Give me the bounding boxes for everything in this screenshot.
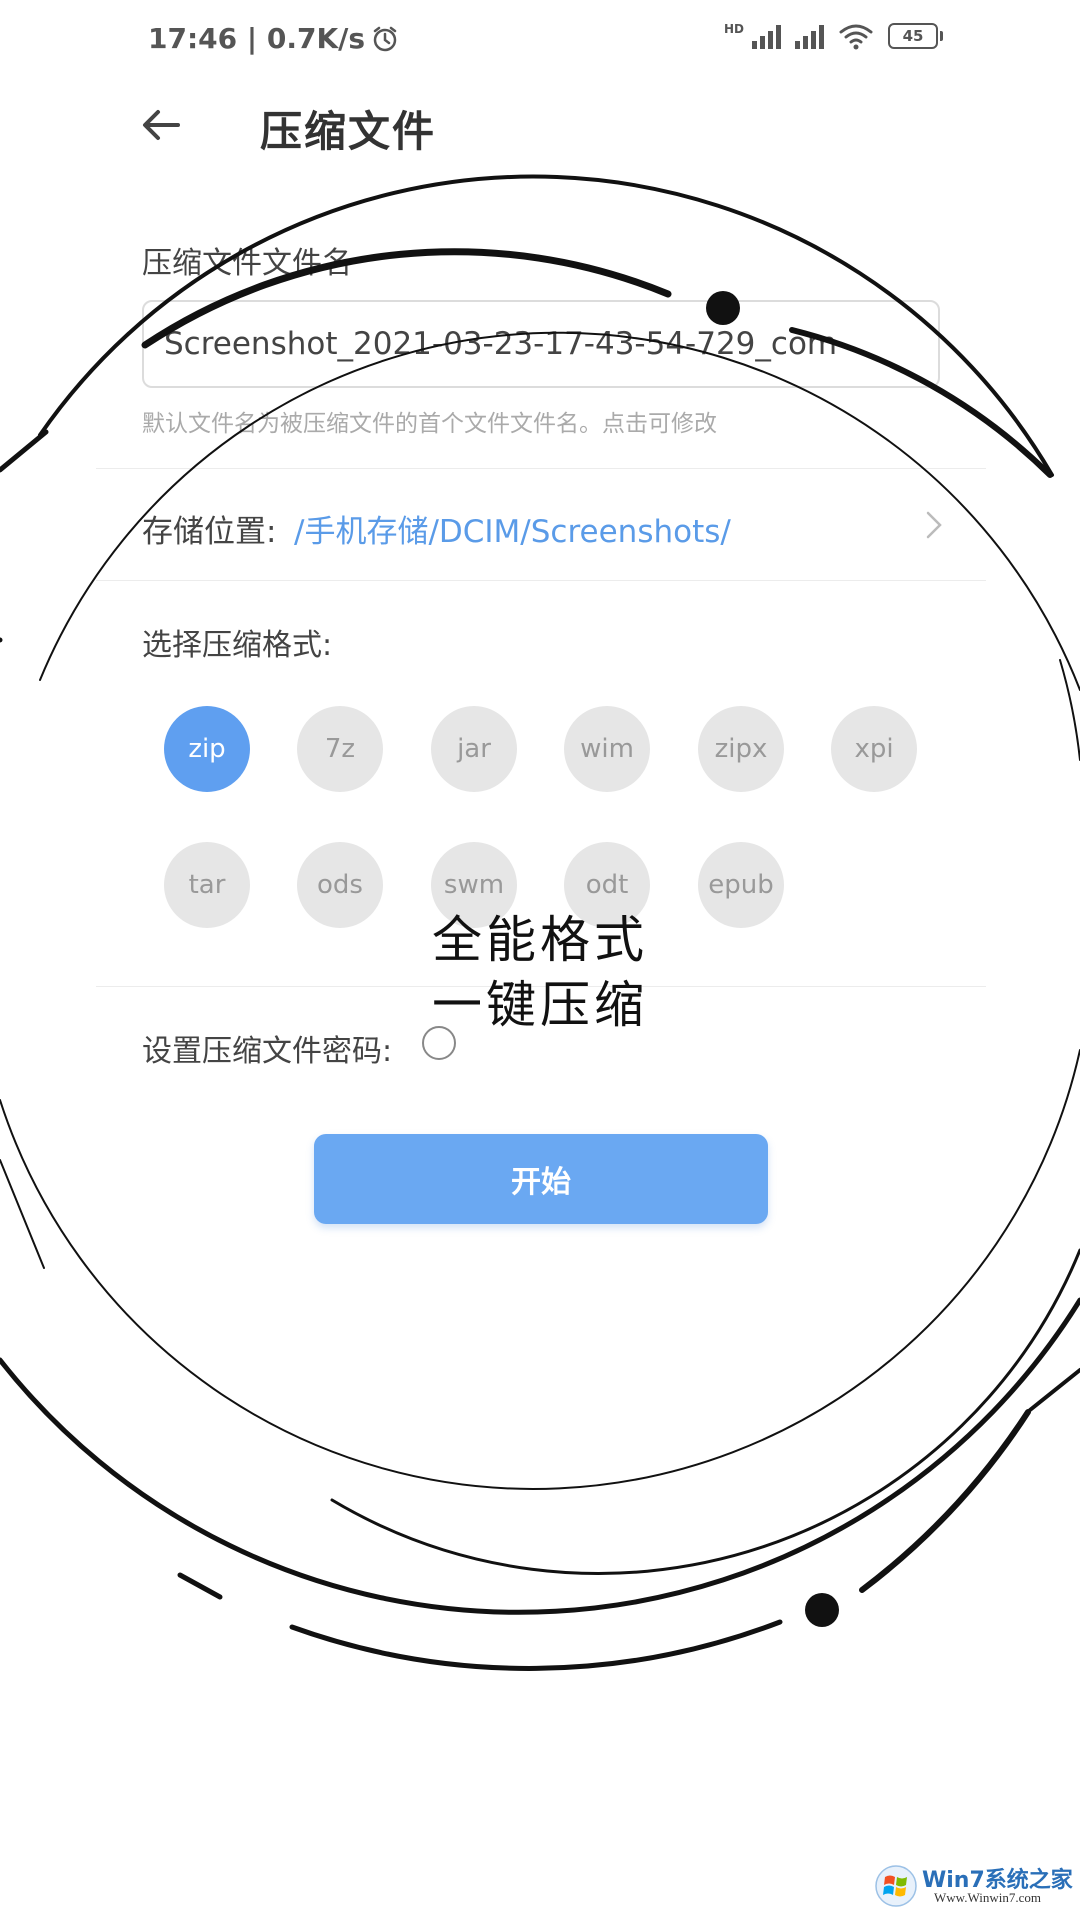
status-bar: 17:46 | 0.7K/s HD 45 (0, 0, 1080, 84)
password-label: 设置压缩文件密码: (142, 1034, 393, 1069)
format-chip-xpi[interactable]: xpi (831, 706, 917, 792)
format-chip-wim[interactable]: wim (564, 706, 650, 792)
password-toggle-radio[interactable] (422, 1026, 456, 1060)
status-left: 17:46 | 0.7K/s (148, 22, 399, 55)
start-button[interactable]: 开始 (314, 1134, 768, 1224)
format-chip-jar[interactable]: jar (431, 706, 517, 792)
hd-label: HD (723, 22, 744, 36)
filename-label: 压缩文件文件名 (142, 246, 352, 281)
storage-path: /手机存储/DCIM/Screenshots/ (294, 514, 731, 550)
decorative-rings (0, 174, 1080, 1671)
format-chip-zip[interactable]: zip (164, 706, 250, 792)
windows-logo-icon (875, 1865, 917, 1907)
storage-location-row[interactable]: 存储位置: /手机存储/DCIM/Screenshots/ (96, 470, 986, 580)
page-title: 压缩文件 (260, 107, 437, 156)
divider (96, 468, 986, 469)
slogan-line-2: 一键压缩 (432, 976, 648, 1034)
filename-input[interactable] (142, 300, 940, 388)
signal-icon-2 (795, 23, 824, 49)
battery-icon: 45 (888, 23, 943, 49)
back-button[interactable] (136, 100, 186, 150)
wifi-icon (839, 24, 873, 50)
status-right: HD 45 (723, 22, 943, 50)
watermark: Win7系统之家 Www.Winwin7.com (874, 1860, 1074, 1912)
format-chip-ods[interactable]: ods (297, 842, 383, 928)
divider (96, 580, 986, 581)
watermark-url: Www.Winwin7.com (934, 1890, 1041, 1905)
chevron-right-icon (926, 511, 942, 539)
format-chip-7z[interactable]: 7z (297, 706, 383, 792)
divider (96, 986, 986, 987)
alarm-icon (373, 26, 397, 51)
filename-hint: 默认文件名为被压缩文件的首个文件文件名。点击可修改 (142, 411, 717, 437)
format-chip-odt[interactable]: odt (564, 842, 650, 928)
arrow-left-icon (143, 110, 180, 140)
format-chip-swm[interactable]: swm (431, 842, 517, 928)
format-chip-epub[interactable]: epub (698, 842, 784, 928)
status-time-speed: 17:46 | 0.7K/s (148, 22, 366, 55)
format-chip-zipx[interactable]: zipx (698, 706, 784, 792)
format-chip-tar[interactable]: tar (164, 842, 250, 928)
storage-label: 存储位置: (142, 514, 277, 550)
signal-icon (752, 23, 781, 49)
format-label: 选择压缩格式: (142, 628, 333, 663)
